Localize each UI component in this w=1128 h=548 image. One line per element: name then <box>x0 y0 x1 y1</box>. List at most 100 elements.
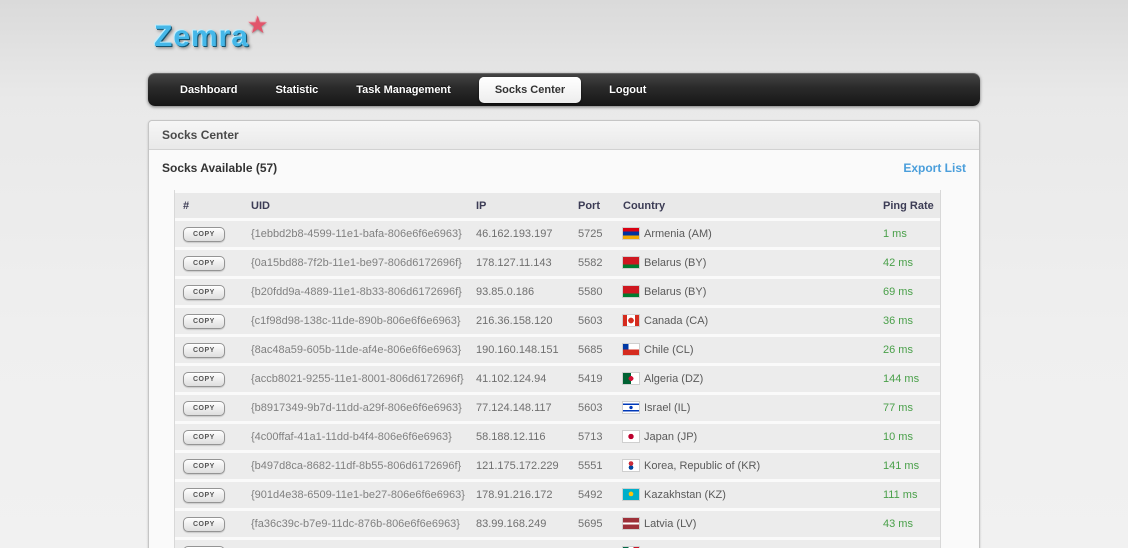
uid-cell: {b8917349-9b7d-11dd-a29f-806e6f6e6963} <box>243 395 468 421</box>
country-name: Latvia (LV) <box>644 518 697 530</box>
ping-cell: 141 ms <box>875 453 940 479</box>
country-name: Kazakhstan (KZ) <box>644 489 726 501</box>
copy-cell: COPY <box>175 250 243 276</box>
table-row: COPY {b20fdd9a-4889-11e1-8b33-806d617269… <box>175 279 940 305</box>
port-cell: 5725 <box>570 221 615 247</box>
country-name: Algeria (DZ) <box>644 373 704 385</box>
column-header-ip: IP <box>468 193 570 218</box>
port-cell: 5685 <box>570 337 615 363</box>
brand-logo: Zemra★ <box>154 12 980 60</box>
port-cell: 5713 <box>570 424 615 450</box>
panel-body: Socks Available (57) Export List # UID I… <box>149 150 979 548</box>
ip-cell: 93.85.0.186 <box>468 279 570 305</box>
uid-cell: {b20fdd9a-4889-11e1-8b33-806d6172696f} <box>243 279 468 305</box>
country-flag-icon <box>623 373 639 384</box>
ip-cell: 178.91.216.172 <box>468 482 570 508</box>
copy-button[interactable]: COPY <box>183 371 225 387</box>
country-flag-icon <box>623 460 639 471</box>
country-flag-icon <box>623 518 639 529</box>
copy-cell: COPY <box>175 424 243 450</box>
column-header-port: Port <box>570 193 615 218</box>
country-cell: Belarus (BY) <box>615 279 875 305</box>
copy-button[interactable]: COPY <box>183 516 225 532</box>
country-flag-icon <box>623 228 639 239</box>
uid-cell: {c1f98d98-138c-11de-890b-806e6f6e6963} <box>243 308 468 334</box>
panel-title: Socks Center <box>149 121 979 150</box>
page-container: Zemra★ Dashboard Statistic Task Manageme… <box>148 12 980 548</box>
copy-button[interactable]: COPY <box>183 255 225 271</box>
copy-cell: COPY <box>175 337 243 363</box>
ip-cell: 200.92.111.245 <box>468 540 570 548</box>
country-cell: Latvia (LV) <box>615 511 875 537</box>
export-list-link[interactable]: Export List <box>903 161 966 175</box>
country-name: Canada (CA) <box>644 315 709 327</box>
ip-cell: 77.124.148.117 <box>468 395 570 421</box>
country-cell: Algeria (DZ) <box>615 366 875 392</box>
copy-cell: COPY <box>175 482 243 508</box>
country-cell: Kazakhstan (KZ) <box>615 482 875 508</box>
copy-button[interactable]: COPY <box>183 342 225 358</box>
nav-item-logout[interactable]: Logout <box>609 84 646 96</box>
country-flag-icon <box>623 344 639 355</box>
copy-button[interactable]: COPY <box>183 313 225 329</box>
port-cell: 5570 <box>570 540 615 548</box>
uid-cell: {0a15bd88-7f2b-11e1-be97-806d6172696f} <box>243 250 468 276</box>
nav-item-task-management[interactable]: Task Management <box>356 84 451 96</box>
table-row: COPY {a505306e-d832-11e0-ace2-806e6f6e69… <box>175 540 940 548</box>
uid-cell: {a505306e-d832-11e0-ace2-806e6f6e6963} <box>243 540 468 548</box>
column-header-number: # <box>175 193 243 218</box>
port-cell: 5492 <box>570 482 615 508</box>
copy-cell: COPY <box>175 308 243 334</box>
column-header-ping-rate: Ping Rate <box>875 193 940 218</box>
country-name: Korea, Republic of (KR) <box>644 460 761 472</box>
copy-button[interactable]: COPY <box>183 284 225 300</box>
ip-cell: 58.188.12.116 <box>468 424 570 450</box>
country-name: Japan (JP) <box>644 431 698 443</box>
country-name: Armenia (AM) <box>644 228 712 240</box>
country-cell: Mexico (MX) <box>615 540 875 548</box>
ip-cell: 190.160.148.151 <box>468 337 570 363</box>
column-header-uid: UID <box>243 193 468 218</box>
port-cell: 5603 <box>570 395 615 421</box>
country-name: Belarus (BY) <box>644 257 707 269</box>
copy-button[interactable]: COPY <box>183 429 225 445</box>
copy-button[interactable]: COPY <box>183 458 225 474</box>
country-flag-icon <box>623 489 639 500</box>
uid-cell: {1ebbd2b8-4599-11e1-bafa-806e6f6e6963} <box>243 221 468 247</box>
country-flag-icon <box>623 286 639 297</box>
table-row: COPY {1ebbd2b8-4599-11e1-bafa-806e6f6e69… <box>175 221 940 247</box>
nav-item-dashboard[interactable]: Dashboard <box>180 84 237 96</box>
nav-item-statistic[interactable]: Statistic <box>275 84 318 96</box>
nav-item-socks-center[interactable]: Socks Center <box>478 76 582 103</box>
port-cell: 5582 <box>570 250 615 276</box>
country-flag-icon <box>623 315 639 326</box>
ping-cell: 42 ms <box>875 250 940 276</box>
ip-cell: 83.99.168.249 <box>468 511 570 537</box>
uid-cell: {fa36c39c-b7e9-11dc-876b-806e6f6e6963} <box>243 511 468 537</box>
socks-table: # UID IP Port Country Ping Rate COPY {1e… <box>174 190 941 548</box>
copy-button[interactable]: COPY <box>183 487 225 503</box>
ping-cell: 69 ms <box>875 279 940 305</box>
country-name: Belarus (BY) <box>644 286 707 298</box>
ip-cell: 216.36.158.120 <box>468 308 570 334</box>
copy-cell: COPY <box>175 540 243 548</box>
port-cell: 5695 <box>570 511 615 537</box>
port-cell: 5603 <box>570 308 615 334</box>
port-cell: 5419 <box>570 366 615 392</box>
port-cell: 5551 <box>570 453 615 479</box>
uid-cell: {accb8021-9255-11e1-8001-806d6172696f} <box>243 366 468 392</box>
country-flag-icon <box>623 431 639 442</box>
uid-cell: {b497d8ca-8682-11df-8b55-806d6172696f} <box>243 453 468 479</box>
copy-cell: COPY <box>175 511 243 537</box>
country-name: Israel (IL) <box>644 402 691 414</box>
column-header-country: Country <box>615 193 875 218</box>
copy-button[interactable]: COPY <box>183 226 225 242</box>
ping-cell: 144 ms <box>875 366 940 392</box>
ping-cell: 36 ms <box>875 308 940 334</box>
socks-available-label: Socks Available (57) <box>162 161 278 175</box>
copy-cell: COPY <box>175 221 243 247</box>
table-row: COPY {fa36c39c-b7e9-11dc-876b-806e6f6e69… <box>175 511 940 537</box>
copy-button[interactable]: COPY <box>183 400 225 416</box>
country-cell: Chile (CL) <box>615 337 875 363</box>
table-row: COPY {b8917349-9b7d-11dd-a29f-806e6f6e69… <box>175 395 940 421</box>
